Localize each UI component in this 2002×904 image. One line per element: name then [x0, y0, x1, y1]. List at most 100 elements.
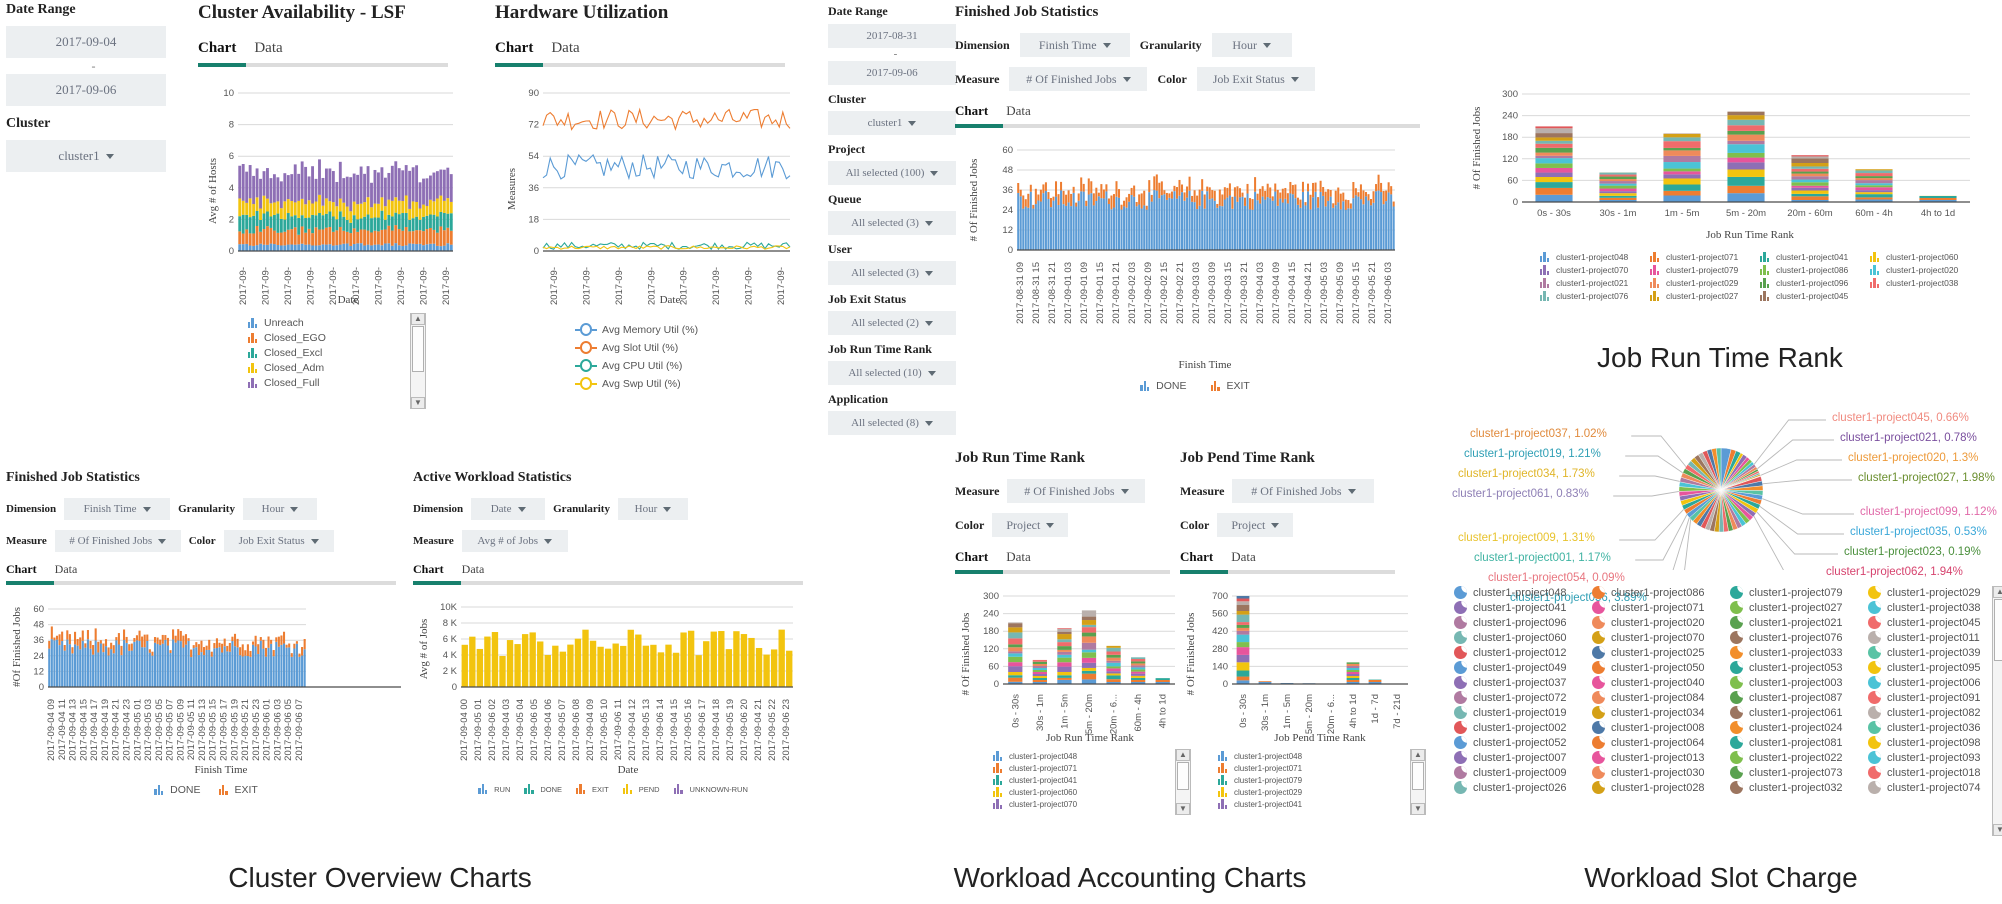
- legend-item[interactable]: cluster1-project087: [1730, 691, 1864, 704]
- legend-item[interactable]: cluster1-project050: [1592, 661, 1726, 674]
- tab-data[interactable]: Data: [1006, 549, 1031, 565]
- tab-data[interactable]: Data: [462, 562, 485, 577]
- measure-select[interactable]: # Of Finished Jobs: [1009, 67, 1148, 91]
- legend-item[interactable]: cluster1-project020: [1870, 265, 1980, 275]
- legend-item[interactable]: cluster1-project008: [1592, 721, 1726, 734]
- filter-select-2[interactable]: All selected (3): [828, 211, 956, 235]
- legend-item[interactable]: cluster1-project084: [1592, 691, 1726, 704]
- legend-item[interactable]: cluster1-project040: [1592, 676, 1726, 689]
- legend-item[interactable]: Avg Slot Util (%): [575, 341, 795, 354]
- legend-item[interactable]: cluster1-project048: [993, 751, 1185, 761]
- filter-select-4[interactable]: All selected (2): [828, 311, 956, 335]
- color-select[interactable]: Project: [992, 513, 1069, 537]
- dimension-select[interactable]: Finish Time: [1019, 33, 1130, 57]
- dimension-select[interactable]: Finish Time: [64, 498, 171, 520]
- legend-item[interactable]: cluster1-project073: [1730, 766, 1864, 779]
- legend-item[interactable]: cluster1-project026: [1454, 781, 1588, 794]
- legend-item[interactable]: cluster1-project091: [1868, 691, 2002, 704]
- tab-chart[interactable]: Chart: [495, 40, 533, 57]
- legend-item[interactable]: Closed_Adm: [248, 362, 458, 374]
- legend-item[interactable]: cluster1-project038: [1868, 601, 2002, 614]
- filter-select-3[interactable]: All selected (3): [828, 261, 956, 285]
- legend-item[interactable]: DONE: [1140, 380, 1187, 392]
- legend-item[interactable]: cluster1-project027: [1730, 601, 1864, 614]
- legend-item[interactable]: cluster1-project034: [1592, 706, 1726, 719]
- legend-item[interactable]: cluster1-project079: [1218, 775, 1430, 785]
- legend-item[interactable]: cluster1-project082: [1868, 706, 2002, 719]
- legend-item[interactable]: DONE: [524, 784, 562, 794]
- legend-item[interactable]: cluster1-project006: [1868, 676, 2002, 689]
- legend-item[interactable]: Avg CPU Util (%): [575, 359, 795, 372]
- legend-item[interactable]: cluster1-project079: [1730, 586, 1864, 599]
- color-select[interactable]: Job Exit Status: [223, 530, 334, 552]
- legend-item[interactable]: cluster1-project021: [1730, 616, 1864, 629]
- legend-item[interactable]: Closed_Full: [248, 377, 458, 389]
- tab-data[interactable]: Data: [1231, 549, 1256, 565]
- legend-item[interactable]: DONE: [154, 784, 201, 796]
- legend-item[interactable]: cluster1-project041: [993, 775, 1185, 785]
- legend-item[interactable]: cluster1-project030: [1592, 766, 1726, 779]
- cluster-select[interactable]: cluster1: [6, 140, 166, 172]
- legend-item[interactable]: EXIT: [218, 784, 258, 796]
- legend-item[interactable]: Closed_Excl: [248, 347, 458, 359]
- measure-select[interactable]: # Of Finished Jobs: [1232, 479, 1375, 503]
- legend-item[interactable]: cluster1-project027: [1650, 291, 1760, 301]
- measure-select[interactable]: # Of Finished Jobs: [54, 530, 181, 552]
- scroll-down-icon[interactable]: ▼: [1411, 803, 1425, 815]
- legend-item[interactable]: cluster1-project074: [1868, 781, 2002, 794]
- legend-item[interactable]: cluster1-project071: [1650, 252, 1760, 262]
- date-to-input[interactable]: 2017-09-06: [828, 61, 956, 85]
- legend-item[interactable]: cluster1-project070: [993, 799, 1185, 809]
- color-select[interactable]: Job Exit Status: [1196, 67, 1315, 91]
- legend-item[interactable]: cluster1-project002: [1454, 721, 1588, 734]
- legend-item[interactable]: cluster1-project048: [1454, 586, 1588, 599]
- date-from-input[interactable]: 2017-08-31: [828, 24, 956, 48]
- filter-select-5[interactable]: All selected (10): [828, 361, 956, 385]
- legend-item[interactable]: cluster1-project013: [1592, 751, 1726, 764]
- legend-item[interactable]: cluster1-project052: [1454, 736, 1588, 749]
- legend-item[interactable]: cluster1-project036: [1868, 721, 2002, 734]
- legend-item[interactable]: cluster1-project079: [1650, 265, 1760, 275]
- tab-chart[interactable]: Chart: [955, 549, 988, 565]
- legend-item[interactable]: cluster1-project098: [1868, 736, 2002, 749]
- legend-item[interactable]: UNKNOWN-RUN: [673, 784, 748, 794]
- scroll-up-icon[interactable]: ▲: [1411, 749, 1425, 761]
- legend-scrollbar[interactable]: ▲ ▼: [1410, 749, 1426, 815]
- legend-item[interactable]: cluster1-project012: [1454, 646, 1588, 659]
- legend-item[interactable]: cluster1-project048: [1540, 252, 1650, 262]
- legend-item[interactable]: cluster1-project060: [1454, 631, 1588, 644]
- legend-item[interactable]: cluster1-project070: [1540, 265, 1650, 275]
- legend-item[interactable]: cluster1-project072: [1454, 691, 1588, 704]
- legend-item[interactable]: cluster1-project070: [1592, 631, 1726, 644]
- legend-item[interactable]: cluster1-project028: [1592, 781, 1726, 794]
- tab-chart[interactable]: Chart: [198, 40, 236, 57]
- tab-chart[interactable]: Chart: [413, 562, 444, 577]
- legend-item[interactable]: RUN: [478, 784, 510, 794]
- filter-select-0[interactable]: cluster1: [828, 111, 956, 135]
- scroll-down-icon[interactable]: ▼: [1993, 824, 2002, 836]
- legend-item[interactable]: cluster1-project029: [1650, 278, 1760, 288]
- legend-item[interactable]: cluster1-project024: [1730, 721, 1864, 734]
- tab-chart[interactable]: Chart: [955, 103, 988, 119]
- legend-item[interactable]: cluster1-project041: [1760, 252, 1870, 262]
- legend-item[interactable]: cluster1-project071: [1218, 763, 1430, 773]
- legend-item[interactable]: cluster1-project096: [1760, 278, 1870, 288]
- tab-data[interactable]: Data: [55, 562, 78, 577]
- legend-scrollbar[interactable]: ▲ ▼: [1992, 586, 2002, 836]
- tab-data[interactable]: Data: [551, 40, 579, 57]
- legend-item[interactable]: cluster1-project037: [1454, 676, 1588, 689]
- legend-item[interactable]: Unreach: [248, 317, 458, 329]
- date-from-input[interactable]: 2017-09-04: [6, 26, 166, 58]
- legend-item[interactable]: cluster1-project032: [1730, 781, 1864, 794]
- legend-item[interactable]: Avg Memory Util (%): [575, 323, 795, 336]
- legend-item[interactable]: cluster1-project003: [1730, 676, 1864, 689]
- tab-chart[interactable]: Chart: [6, 562, 37, 577]
- legend-item[interactable]: EXIT: [1210, 380, 1250, 392]
- legend-item[interactable]: cluster1-project039: [1868, 646, 2002, 659]
- granularity-select[interactable]: Hour: [617, 498, 688, 520]
- legend-item[interactable]: cluster1-project081: [1730, 736, 1864, 749]
- date-to-input[interactable]: 2017-09-06: [6, 74, 166, 106]
- legend-item[interactable]: Closed_EGO: [248, 332, 458, 344]
- legend-item[interactable]: cluster1-project096: [1454, 616, 1588, 629]
- legend-item[interactable]: cluster1-project009: [1454, 766, 1588, 779]
